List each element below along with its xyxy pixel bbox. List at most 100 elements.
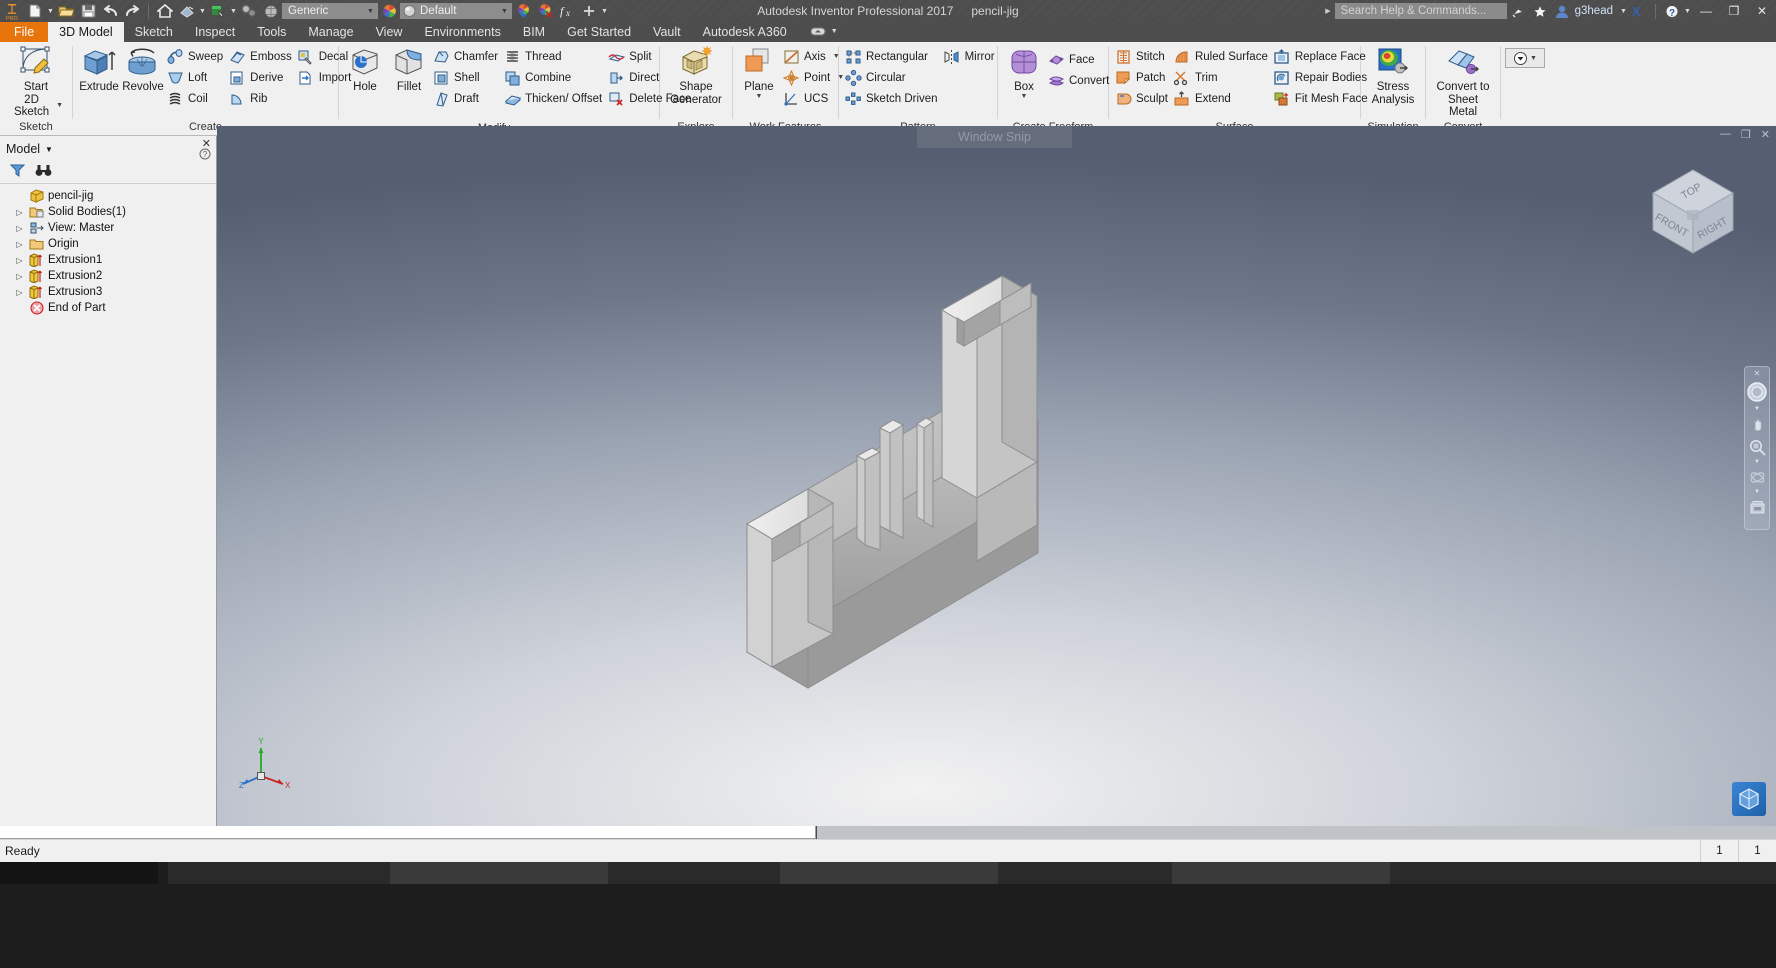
orbit-icon[interactable] [1745, 466, 1769, 488]
combine-button[interactable]: Combine [502, 67, 606, 88]
home-icon[interactable] [154, 1, 176, 22]
return-dropdown-caret[interactable]: ▼ [198, 1, 207, 22]
tab-tools[interactable]: Tools [246, 22, 297, 42]
ribbon-overflow-button[interactable]: ▼ [1505, 48, 1545, 68]
tab-autodesk-a360[interactable]: Autodesk A360 [692, 22, 798, 42]
emboss-button[interactable]: Emboss [227, 46, 296, 67]
taskbar-item-2[interactable] [780, 862, 998, 884]
start-2d-sketch-dropdown-caret[interactable]: ▼ [56, 103, 63, 109]
tree-expander[interactable]: ▷ [14, 224, 25, 233]
graphics-viewport[interactable]: — ❐ ✕ [217, 126, 1776, 826]
navbar-caret-3-icon[interactable]: ▼ [1754, 489, 1760, 495]
plane-button[interactable]: Plane ▼ [737, 45, 781, 100]
tree-item-view-master[interactable]: ▷ View: Master [6, 220, 216, 236]
user-dropdown-caret[interactable]: ▼ [1619, 1, 1628, 22]
thicken-offset-button[interactable]: Thicken/ Offset [502, 88, 606, 109]
thread-button[interactable]: Thread [502, 46, 606, 67]
trim-button[interactable]: Trim [1172, 67, 1272, 88]
chevron-down-icon[interactable]: ▼ [497, 8, 512, 15]
qat-overflow-caret[interactable]: ▼ [600, 1, 609, 22]
tab-vault[interactable]: Vault [642, 22, 692, 42]
search-input[interactable]: Search Help & Commands... [1335, 3, 1507, 19]
tab-sketch[interactable]: Sketch [124, 22, 184, 42]
appearance-combo[interactable]: Default ▼ [400, 3, 512, 19]
shell-button[interactable]: Shell [431, 67, 502, 88]
help-icon[interactable]: ? [1661, 1, 1683, 22]
update-icon[interactable] [238, 1, 260, 22]
material-combo[interactable]: Generic ▼ [282, 3, 378, 19]
chevron-down-icon[interactable]: ▼ [363, 8, 378, 15]
tree-expander[interactable]: ▷ [14, 240, 25, 249]
fit-mesh-face-button[interactable]: Fit Mesh Face [1272, 88, 1372, 109]
revolve-button[interactable]: Revolve [121, 45, 165, 94]
tree-item-origin[interactable]: ▷ Origin [6, 236, 216, 252]
pan-icon[interactable] [1745, 413, 1769, 435]
help-dropdown-caret[interactable]: ▼ [1683, 1, 1692, 22]
tab-view[interactable]: View [365, 22, 414, 42]
window-restore-button[interactable]: ❐ [1720, 0, 1748, 22]
find-binoculars-icon[interactable] [35, 164, 52, 182]
zoom-icon[interactable] [1745, 436, 1769, 458]
windows-taskbar[interactable] [0, 862, 1776, 968]
circular-pattern-button[interactable]: Circular [843, 67, 942, 88]
shape-generator-button[interactable]: Shape Generator [664, 45, 728, 106]
repair-bodies-button[interactable]: Repair Bodies [1272, 67, 1372, 88]
a360-dropdown-caret[interactable]: ▼ [830, 21, 839, 42]
tab-inspect[interactable]: Inspect [184, 22, 246, 42]
navbar-caret-2-icon[interactable]: ▼ [1754, 459, 1760, 465]
stitch-button[interactable]: Stitch [1113, 46, 1172, 67]
tab-environments[interactable]: Environments [413, 22, 511, 42]
rectangular-pattern-button[interactable]: Rectangular [843, 46, 942, 67]
extrude-button[interactable]: Extrude [77, 45, 121, 94]
derive-button[interactable]: Derive [227, 67, 296, 88]
chevron-down-icon[interactable]: ▼ [45, 145, 53, 154]
browser-title-dropdown[interactable]: Model ▼ [6, 142, 53, 156]
tree-expander[interactable]: ▷ [14, 272, 25, 281]
save-icon[interactable] [77, 1, 99, 22]
look-at-icon[interactable] [1745, 496, 1769, 518]
add-to-qat-icon[interactable] [578, 1, 600, 22]
user-name[interactable]: g3head [1575, 5, 1613, 17]
extend-button[interactable]: Extend [1172, 88, 1272, 109]
search-expand-caret-icon[interactable]: ▶ [1325, 7, 1330, 15]
draft-button[interactable]: Draft [431, 88, 502, 109]
tab-bim[interactable]: BIM [512, 22, 556, 42]
box-dropdown-caret[interactable]: ▼ [1021, 94, 1028, 100]
chamfer-button[interactable]: Chamfer [431, 46, 502, 67]
taskbar-item-3[interactable] [1172, 862, 1390, 884]
tab-3d-model[interactable]: 3D Model [48, 22, 124, 42]
tab-manage[interactable]: Manage [297, 22, 364, 42]
full-navigation-wheel-icon[interactable] [1745, 379, 1769, 405]
a360-cloud-icon[interactable] [808, 21, 830, 42]
tab-get-started[interactable]: Get Started [556, 22, 642, 42]
parameters-fx-icon[interactable]: fx [556, 1, 578, 22]
return-icon[interactable] [176, 1, 198, 22]
tree-item-extrusion1[interactable]: ▷ Extrusion1 [6, 252, 216, 268]
sketch-driven-pattern-button[interactable]: Sketch Driven [843, 88, 942, 109]
tree-item-extrusion2[interactable]: ▷ Extrusion2 [6, 268, 216, 284]
tree-expander[interactable]: ▷ [14, 208, 25, 217]
adjust-appearance-icon[interactable] [512, 1, 534, 22]
coil-button[interactable]: Coil [165, 88, 227, 109]
rib-button[interactable]: Rib [227, 88, 296, 109]
sculpt-button[interactable]: Sculpt [1113, 88, 1172, 109]
material-dropdown-caret[interactable]: ▼ [229, 1, 238, 22]
color-wheel-icon[interactable] [378, 1, 400, 22]
redo-icon[interactable] [121, 1, 143, 22]
ruled-surface-button[interactable]: Ruled Surface [1172, 46, 1272, 67]
tree-item-extrusion3[interactable]: ▷ Extrusion3 [6, 284, 216, 300]
fillet-button[interactable]: Fillet [387, 45, 431, 94]
sweep-button[interactable]: Sweep [165, 46, 227, 67]
start-2d-sketch-button[interactable]: Start 2D Sketch ▼ [4, 45, 68, 119]
mirror-button[interactable]: Mirror [942, 46, 999, 67]
stress-analysis-button[interactable]: Stress Analysis [1365, 45, 1421, 106]
appearance-icon[interactable] [260, 1, 282, 22]
taskbar-item-1[interactable] [390, 862, 608, 884]
plane-dropdown-caret[interactable]: ▼ [756, 94, 763, 100]
window-minimize-button[interactable]: — [1692, 0, 1720, 22]
convert-to-sheet-metal-button[interactable]: Convert to Sheet Metal [1430, 45, 1496, 119]
tree-item-end-of-part[interactable]: End of Part [6, 300, 216, 316]
undo-icon[interactable] [99, 1, 121, 22]
box-button[interactable]: Box ▼ [1002, 45, 1046, 100]
exchange-apps-icon[interactable]: X [1628, 1, 1650, 22]
